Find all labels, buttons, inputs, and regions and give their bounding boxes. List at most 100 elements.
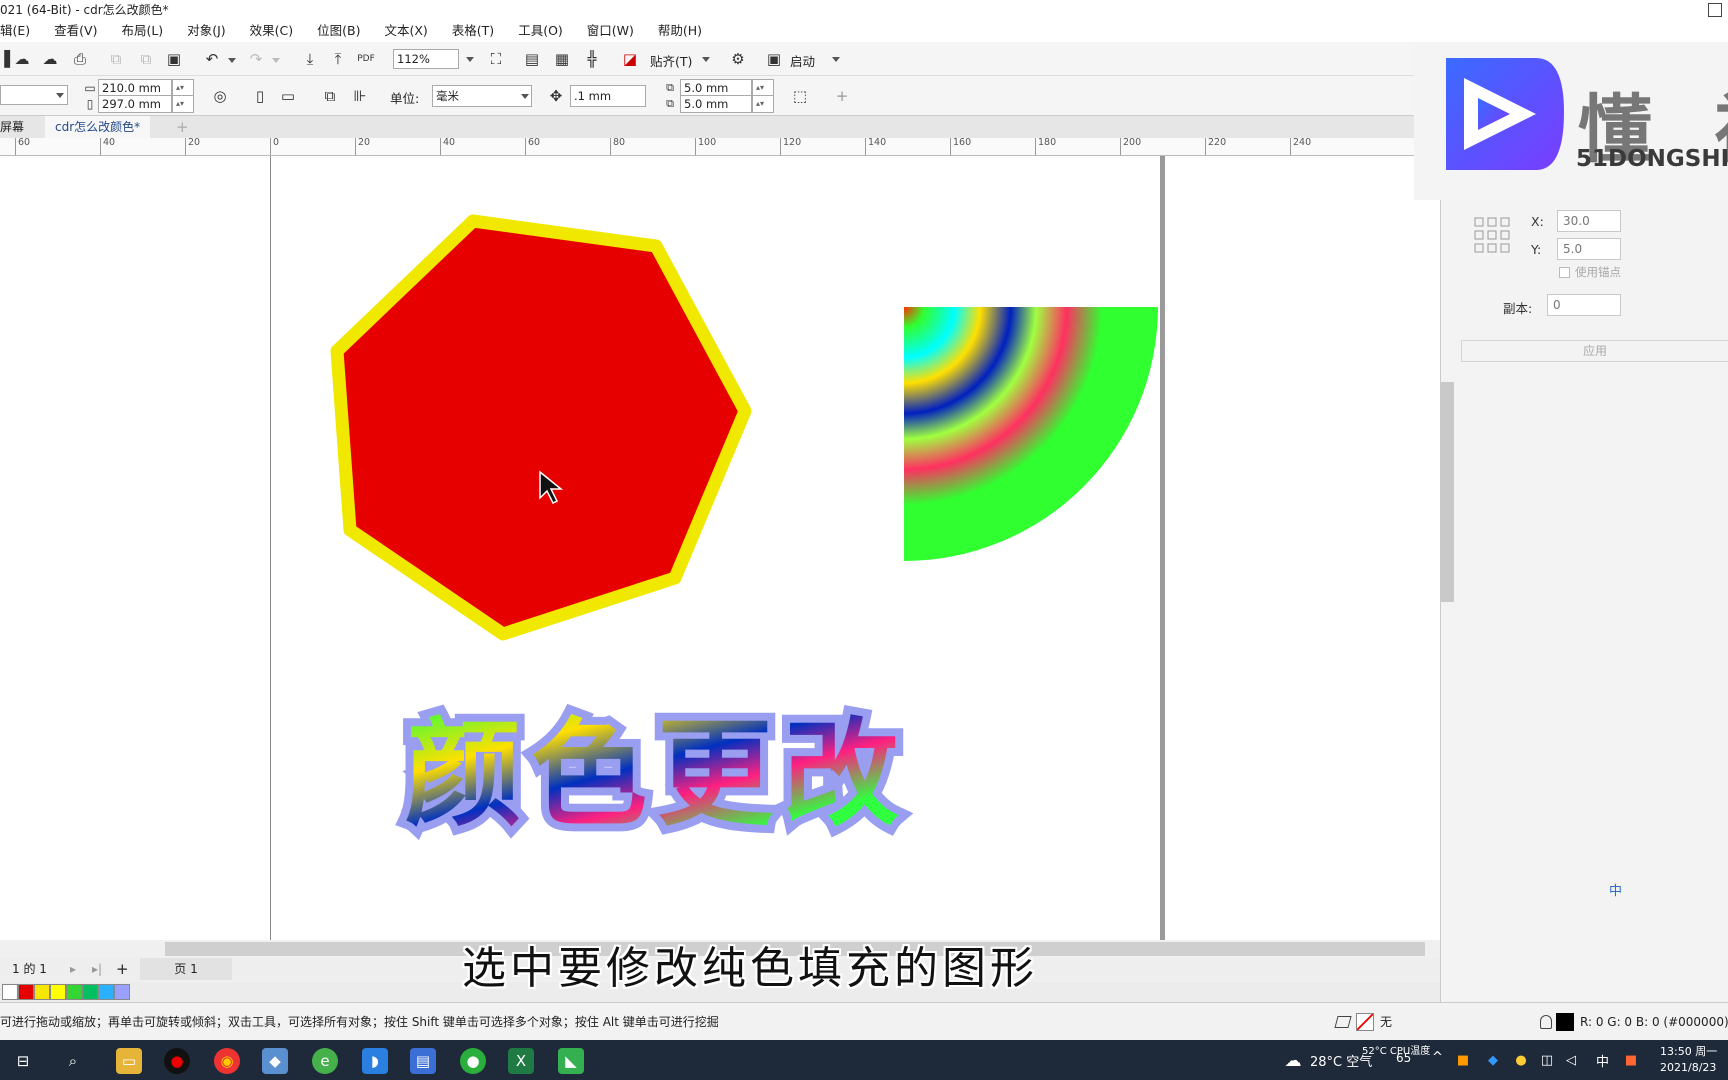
- import-icon[interactable]: ⤓: [300, 49, 320, 69]
- add-page-icon[interactable]: +: [116, 958, 129, 980]
- unit-dropdown-icon[interactable]: [521, 94, 529, 99]
- recorder-icon[interactable]: ●: [164, 1048, 190, 1074]
- duplicate-y-field[interactable]: 5.0 mm: [680, 95, 752, 113]
- chrome-icon[interactable]: ◉: [214, 1048, 240, 1074]
- copies-field[interactable]: 0: [1547, 294, 1621, 316]
- anchor-grid-icon[interactable]: [1473, 216, 1513, 256]
- menu-object[interactable]: 对象(J): [175, 20, 237, 42]
- zoom-level-field[interactable]: 112%: [393, 49, 459, 69]
- rulers-icon[interactable]: ▤: [522, 49, 542, 69]
- print-icon[interactable]: ⎙: [70, 49, 90, 69]
- undo-icon[interactable]: ↶: [202, 49, 222, 69]
- search-icon[interactable]: ⌕: [60, 1048, 86, 1074]
- unit-select[interactable]: 毫米: [432, 85, 532, 107]
- undo-dropdown-icon[interactable]: [228, 58, 236, 63]
- menu-tools[interactable]: 工具(O): [506, 20, 575, 42]
- page-height-field[interactable]: 297.0 mm: [98, 95, 172, 113]
- palette-swatch[interactable]: [50, 984, 66, 1000]
- snap-to-label[interactable]: 贴齐(T): [650, 51, 692, 70]
- art-text-object[interactable]: 颜色更改: [397, 699, 909, 850]
- clock-date[interactable]: 2021/8/23: [1660, 1061, 1716, 1074]
- outline-color-swatch[interactable]: [1556, 1013, 1574, 1031]
- quarter-circle-shape[interactable]: [904, 307, 1158, 561]
- coreldraw-icon[interactable]: ◣: [558, 1048, 584, 1074]
- app-icon-shield[interactable]: ◗: [362, 1048, 388, 1074]
- cloud-download-icon[interactable]: ☁: [12, 49, 32, 69]
- palette-swatch[interactable]: [66, 984, 82, 1000]
- page-size-dropdown-icon[interactable]: [56, 93, 64, 98]
- tray-app-icon[interactable]: ●: [1508, 1048, 1534, 1074]
- network-icon[interactable]: ◫: [1534, 1048, 1560, 1074]
- user-icon[interactable]: [1708, 3, 1722, 17]
- palette-swatch[interactable]: [2, 984, 18, 1000]
- portrait-icon[interactable]: ▯: [250, 86, 270, 106]
- weather-cloud-icon[interactable]: ☁: [1280, 1048, 1306, 1074]
- menu-view[interactable]: 查看(V): [42, 20, 109, 42]
- current-page-icon[interactable]: ⧉: [320, 86, 340, 106]
- copy-icon[interactable]: ⧉: [136, 49, 156, 69]
- wechat-icon[interactable]: ●: [460, 1048, 486, 1074]
- all-pages-icon[interactable]: ◎: [210, 86, 230, 106]
- task-view-icon[interactable]: ⊟: [10, 1048, 36, 1074]
- redo-dropdown-icon[interactable]: [272, 58, 280, 63]
- launch-label[interactable]: 启动: [790, 51, 815, 70]
- new-tab-icon[interactable]: +: [166, 116, 199, 138]
- menu-help[interactable]: 帮助(H): [646, 20, 714, 42]
- next-page-icon[interactable]: ▸: [70, 958, 76, 980]
- guidelines-icon[interactable]: ╬: [582, 49, 602, 69]
- tab-current-document[interactable]: cdr怎么改颜色*: [45, 116, 151, 138]
- menu-edit[interactable]: 辑(E): [0, 20, 42, 42]
- cloud-upload-icon[interactable]: ☁: [40, 49, 60, 69]
- cut-icon[interactable]: ⧉: [106, 49, 126, 69]
- app-icon-blue[interactable]: ◆: [262, 1048, 288, 1074]
- snap-icon[interactable]: ◪: [620, 49, 640, 69]
- full-screen-icon[interactable]: ⛶: [486, 49, 506, 69]
- options-gear-icon[interactable]: ⚙: [728, 49, 748, 69]
- launch-icon[interactable]: ▣: [764, 49, 784, 69]
- dup-y-spinner[interactable]: ▴▾: [752, 95, 774, 113]
- page-tab-1[interactable]: 页 1: [140, 958, 232, 980]
- horizontal-ruler[interactable]: 60 40 20 0 20 40 60 80 100 120 140 160 180 200 220 240: [0, 138, 1440, 156]
- launch-dropdown-icon[interactable]: [832, 57, 840, 62]
- menu-bitmaps[interactable]: 位图(B): [305, 20, 372, 42]
- outline-pen-icon[interactable]: [1540, 1015, 1552, 1029]
- file-explorer-icon[interactable]: ▭: [116, 1048, 142, 1074]
- tray-gift-icon[interactable]: ■: [1450, 1048, 1476, 1074]
- browser-green-icon[interactable]: e: [312, 1048, 338, 1074]
- snap-dropdown-icon[interactable]: [702, 57, 710, 62]
- excel-icon[interactable]: X: [508, 1048, 534, 1074]
- palette-swatch[interactable]: [114, 984, 130, 1000]
- redo-icon[interactable]: ↷: [246, 49, 266, 69]
- app-icon-folder[interactable]: ▤: [410, 1048, 436, 1074]
- palette-swatch[interactable]: [34, 984, 50, 1000]
- ime-app-icon[interactable]: ■: [1618, 1048, 1644, 1074]
- palette-swatch[interactable]: [18, 984, 34, 1000]
- drawing-canvas[interactable]: 颜色更改: [0, 156, 1440, 940]
- palette-swatch[interactable]: [98, 984, 114, 1000]
- use-anchor-checkbox[interactable]: [1559, 267, 1570, 278]
- zoom-dropdown-icon[interactable]: [466, 57, 474, 62]
- y-position-field[interactable]: 5.0: [1557, 238, 1621, 260]
- menu-window[interactable]: 窗口(W): [575, 20, 646, 42]
- palette-swatch[interactable]: [82, 984, 98, 1000]
- tray-shield-icon[interactable]: ◆: [1480, 1048, 1506, 1074]
- heptagon-shape[interactable]: [330, 214, 752, 641]
- page-layout-icon[interactable]: ⊪: [350, 86, 370, 106]
- landscape-icon[interactable]: ▭: [278, 86, 298, 106]
- last-page-icon[interactable]: ▸|: [92, 958, 102, 980]
- nudge-distance-field[interactable]: .1 mm: [570, 85, 646, 107]
- height-spinner[interactable]: ▴▾: [172, 95, 194, 113]
- apply-button[interactable]: 应用: [1461, 340, 1728, 362]
- tab-welcome-screen[interactable]: 屏幕: [0, 116, 34, 138]
- volume-icon[interactable]: ◁: [1558, 1048, 1584, 1074]
- ime-toolbar[interactable]: 中: [1609, 880, 1622, 899]
- paste-icon[interactable]: ▣: [164, 49, 184, 69]
- menu-table[interactable]: 表格(T): [440, 20, 506, 42]
- menu-effects[interactable]: 效果(C): [238, 20, 305, 42]
- x-position-field[interactable]: 30.0: [1557, 210, 1621, 232]
- export-icon[interactable]: ⤒: [328, 49, 348, 69]
- vertical-scrollbar[interactable]: [1440, 382, 1454, 602]
- pdf-icon[interactable]: PDF: [356, 49, 376, 69]
- menu-layout[interactable]: 布局(L): [109, 20, 175, 42]
- fill-none-swatch[interactable]: [1356, 1013, 1374, 1031]
